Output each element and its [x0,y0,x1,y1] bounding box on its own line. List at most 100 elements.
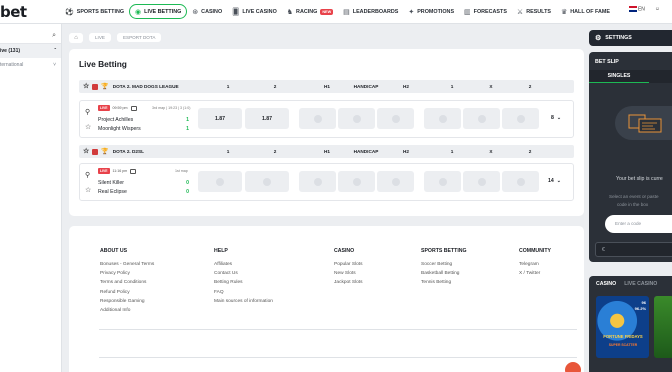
footer-link[interactable]: Betting Rules [214,280,273,285]
pin-icon[interactable]: ⚲ [85,108,91,116]
odd-button-locked[interactable] [463,108,500,129]
top-navigation: bet ⚽ SPORTS BETTING ◉ LIVE BETTING ⊛ CASIN… [0,0,672,24]
sidebar-search[interactable]: ⌕ [0,30,61,44]
chat-button[interactable] [565,362,581,372]
star-icon[interactable]: ☆ [85,186,91,194]
nav-promotions[interactable]: ✦ PROMOTIONS [403,4,459,19]
user-icon[interactable]: ☺ [655,6,660,12]
footer-link[interactable]: Telegram [519,262,551,267]
star-icon[interactable]: ☆ [83,148,89,155]
league-header: ☆ 🏆 DOTA 2. MAD DOGS LEAGUE 1 2 H1 HANDI… [79,80,574,93]
odd-button-1[interactable]: 1.87 [198,108,242,129]
footer-link[interactable]: New Slots [334,271,363,276]
game-thumbnail-fortune-fridays[interactable]: 96 96.2% FORTUNE FRIDAYS SUPER SCATTER [596,296,649,358]
footer-link[interactable]: Refund Policy [100,290,154,295]
settings-button[interactable]: ⚙ SETTINGS [589,30,672,46]
nav-forecasts[interactable]: ▥ FORECASTS [459,4,512,19]
footer-link[interactable]: Basketball Betting [421,271,467,276]
nav-live-casino[interactable]: 🂠 LIVE CASINO [227,4,282,19]
nav-results[interactable]: ⚔ RESULTS [512,4,556,19]
stake-input[interactable]: € [595,242,672,257]
chevron-up-icon: ˆ [54,48,56,54]
game-thumbnail[interactable] [654,296,672,358]
nav-hall-of-fame[interactable]: ♛ HALL OF FAME [556,4,615,19]
lock-icon [477,114,486,123]
tab-casino[interactable]: CASINO [596,281,616,287]
footer-link[interactable]: Main sources of information [214,299,273,304]
odd-button-locked[interactable] [502,108,539,129]
footer-link[interactable]: Privacy Policy [100,271,154,276]
nav-casino[interactable]: ⊛ CASINO [187,4,227,19]
bet-slip: BET SLIP SINGLES Your bet slip is curre … [589,52,672,262]
score-away: 1 [186,126,189,132]
tab-singles[interactable]: SINGLES [589,70,649,83]
footer-col-casino: CASINO Popular Slots New Slots Jackpot S… [334,248,363,290]
lock-icon [263,177,271,186]
footer-link[interactable]: X / Twitter [519,271,551,276]
footer-link[interactable]: Bonuses - General Terms [100,262,154,267]
more-markets-button[interactable]: 8 ⌄ [551,115,561,121]
nav-live-betting[interactable]: ◉ LIVE BETTING [129,4,188,19]
lock-icon [313,177,322,186]
more-markets-button[interactable]: 14 ⌄ [548,178,561,184]
star-icon[interactable]: ☆ [83,83,89,90]
odd-button-locked[interactable] [299,171,336,192]
footer-link[interactable]: FAQ [214,290,273,295]
footer-link[interactable]: Soccer Betting [421,262,467,267]
col-header: 2 [273,149,277,154]
pin-icon[interactable]: ⚲ [85,171,91,179]
odd-button-locked[interactable] [424,108,461,129]
nav-racing[interactable]: ♞ RACING NEW [282,4,338,19]
footer-link[interactable]: Terms and Conditions [100,280,154,285]
footer-link[interactable]: Responsible Gaming [100,299,154,304]
footer-heading: COMMUNITY [519,248,551,254]
col-header: H1 [324,84,330,89]
col-header: 2 [528,84,532,89]
site-logo[interactable]: bet [0,3,60,21]
odd-button-locked[interactable] [245,171,289,192]
lock-icon [313,114,322,123]
booking-code-input[interactable]: Enter a code [605,215,672,233]
breadcrumb-esport-dota[interactable]: ESPORT DOTA [116,33,162,42]
lock-icon [477,177,486,186]
odd-button-locked[interactable] [338,171,375,192]
live-betting-panel: Live Betting ☆ 🏆 DOTA 2. MAD DOGS LEAGUE… [69,49,584,216]
match-row[interactable]: ⚲ ☆ LIVE 09:59 pm 3rd map | 19:23 | 3 (1:0… [79,100,574,138]
footer-link[interactable]: Tennis Betting [421,280,467,285]
odd-button-locked[interactable] [463,171,500,192]
footer-link[interactable]: Jackpot Slots [334,280,363,285]
footer-link[interactable]: Affiliates [214,262,273,267]
page-title: Live Betting [79,59,127,69]
tab-live-casino[interactable]: LIVE CASINO [624,281,657,287]
odd-button-locked[interactable] [377,108,414,129]
nav-sports-betting[interactable]: ⚽ SPORTS BETTING [60,4,129,19]
col-header: 1 [226,149,230,154]
footer-link[interactable]: Additional Info [100,308,154,313]
footer-col-sports: SPORTS BETTING Soccer Betting Basketball… [421,248,467,290]
soccer-ball-icon: ⚽ [65,8,74,16]
language-selector[interactable]: EN [628,6,645,12]
sidebar-item-live[interactable]: ive (131) ˆ [0,44,61,58]
nav-leaderboards[interactable]: ▤ LEADERBOARDS [338,4,403,19]
breadcrumb-live[interactable]: LIVE [89,33,111,42]
sidebar-item-international[interactable]: ternational ˅ [0,58,61,72]
odd-button-locked[interactable] [338,108,375,129]
lock-icon [391,114,400,123]
footer-link[interactable]: Popular Slots [334,262,363,267]
casino-tabs: CASINO LIVE CASINO [596,281,657,287]
odd-button-locked[interactable] [377,171,414,192]
odd-button-2[interactable]: 1.87 [245,108,289,129]
odd-button-locked[interactable] [502,171,539,192]
match-row[interactable]: ⚲ ☆ LIVE 11:16 pm 1st map Silent Killer Re… [79,163,574,201]
score-home: 1 [186,117,189,123]
dota-icon [92,83,99,90]
bet-slip-tabs: SINGLES [589,70,672,83]
odd-button-locked[interactable] [299,108,336,129]
casino-chip-icon: ⊛ [192,8,199,16]
odd-button-locked[interactable] [198,171,242,192]
home-icon[interactable]: ⌂ [69,32,83,43]
star-icon[interactable]: ☆ [85,123,91,131]
col-header: H2 [403,84,409,89]
footer-link[interactable]: Contact Us [214,271,273,276]
odd-button-locked[interactable] [424,171,461,192]
